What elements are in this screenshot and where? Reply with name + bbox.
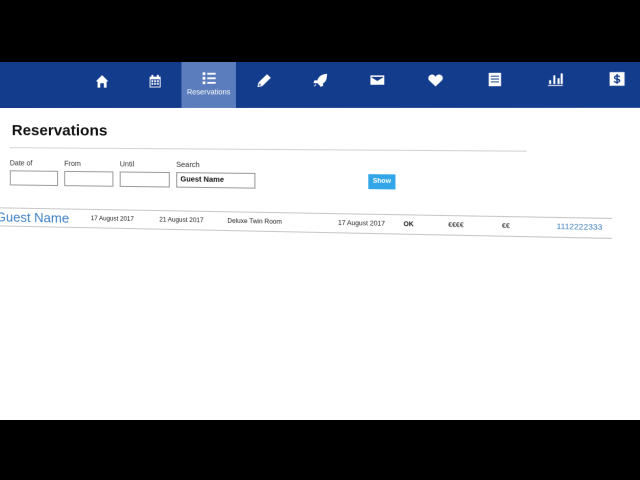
rocket-icon [312, 73, 327, 87]
home-icon [95, 75, 108, 88]
departure-date: 21 August 2017 [159, 216, 204, 224]
letterbox-bottom [0, 420, 640, 480]
search-field: Search [176, 161, 256, 189]
nav-item-launch[interactable] [292, 57, 349, 108]
nav-item-home[interactable] [75, 59, 128, 108]
until-input[interactable] [119, 171, 170, 188]
nav-item-statistics[interactable] [524, 55, 585, 108]
date-of-field: Date of [9, 160, 59, 187]
title-divider [9, 147, 527, 152]
filter-bar: Date of From Until Search Show [9, 160, 620, 193]
nav-item-documents[interactable] [464, 55, 524, 108]
status-badge: OK [403, 221, 414, 228]
list-icon [202, 71, 216, 84]
nav-item-messages[interactable] [348, 56, 406, 108]
top-nav: Reservations [0, 54, 640, 108]
app-window: Reservations Reservations Date of From U… [0, 54, 640, 480]
page-title: Reservations [11, 122, 108, 140]
table-row[interactable]: Guest Name 17 August 2017 21 August 2017… [0, 207, 613, 239]
room-type: Deluxe Twin Room [227, 218, 282, 226]
pencil-icon [256, 74, 271, 88]
show-button[interactable]: Show [368, 174, 396, 190]
until-field: Until [119, 161, 170, 188]
reservations-table: Guest Name 17 August 2017 21 August 2017… [0, 207, 613, 239]
dollar-icon [609, 72, 624, 86]
from-field: From [64, 160, 114, 187]
nav-item-billing[interactable] [585, 54, 640, 108]
phone-link[interactable]: 1112222333 [557, 224, 603, 233]
booking-date: 17 August 2017 [338, 220, 385, 228]
from-input[interactable] [64, 170, 114, 187]
nav-item-edit[interactable] [236, 57, 292, 108]
heart-icon [427, 74, 443, 87]
search-label: Search [176, 161, 200, 170]
date-of-label: Date of [9, 160, 33, 168]
bar-chart-icon [547, 73, 563, 87]
letterbox-top [0, 0, 640, 62]
date-of-input[interactable] [9, 170, 59, 187]
arrival-date: 17 August 2017 [90, 215, 134, 223]
until-label: Until [119, 161, 135, 169]
nav-item-calendar[interactable] [128, 58, 182, 108]
price-level: €€€€ [448, 222, 464, 229]
envelope-icon [369, 75, 384, 85]
deposit-level: €€ [501, 223, 510, 230]
calendar-icon [149, 74, 161, 88]
screen: Reservations Reservations Date of From U… [0, 0, 640, 480]
search-input[interactable] [176, 172, 256, 189]
nav-item-favorites[interactable] [406, 56, 465, 108]
nav-item-label: Reservations [186, 88, 231, 97]
guest-name-link[interactable]: Guest Name [0, 209, 91, 226]
reservations-panel: Reservations Date of From Until Search G… [0, 108, 620, 239]
nav-item-reservations[interactable]: Reservations [181, 57, 236, 108]
document-icon [488, 72, 501, 87]
from-label: From [64, 160, 81, 169]
